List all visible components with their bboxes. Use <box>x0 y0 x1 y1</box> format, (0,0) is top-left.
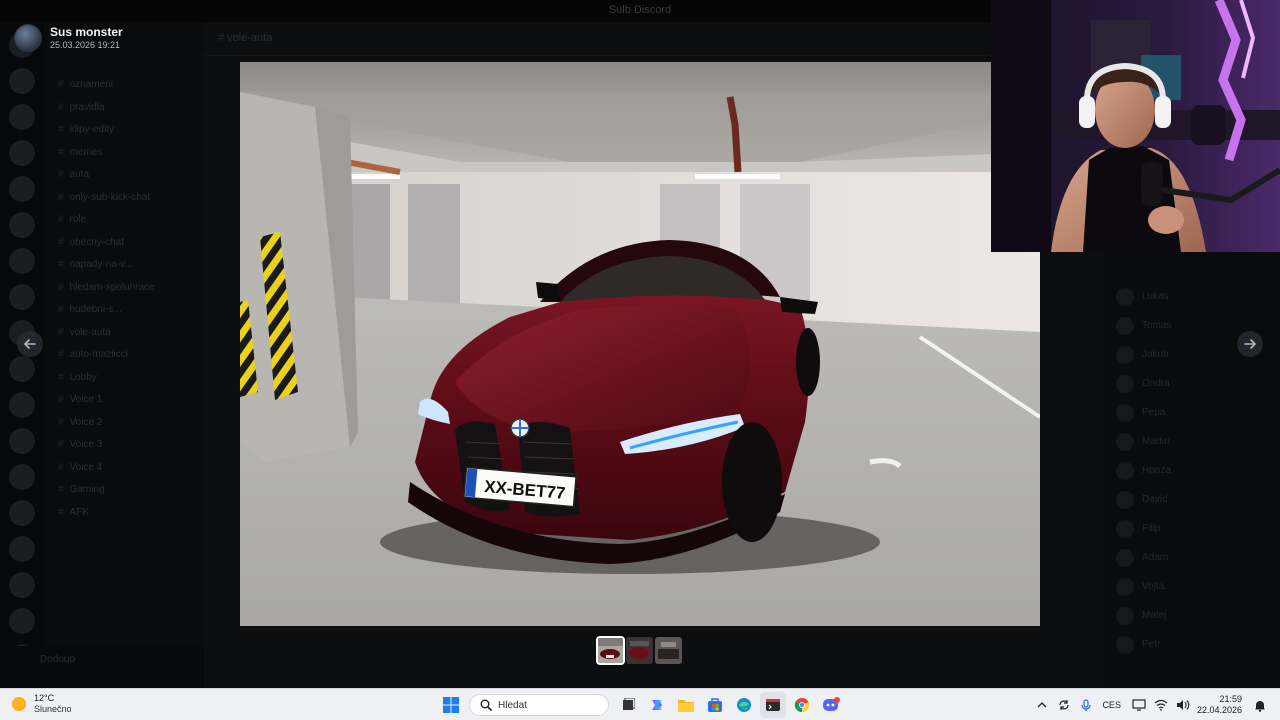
channel-item: # vole-auta <box>58 326 111 338</box>
channel-item: # Voice 3 <box>58 439 103 450</box>
clock[interactable]: 21:59 22.04.2026 <box>1197 694 1242 716</box>
taskbar: 12°C Slunečno Hledat CES 21:59 22.04.202… <box>0 688 1280 720</box>
terminal-icon <box>766 699 780 711</box>
channel-item: # hledam-spoluhrace <box>58 281 155 293</box>
channel-item: # memes <box>58 146 103 158</box>
microphone-icon <box>1081 698 1092 711</box>
channel-item: # Voice 2 <box>58 416 103 428</box>
store-button[interactable] <box>702 692 728 718</box>
taskbar-apps: Hledat <box>438 692 847 718</box>
clock-time: 21:59 <box>1219 694 1242 704</box>
sync-button[interactable] <box>1054 695 1074 715</box>
sun-icon <box>12 697 26 711</box>
next-image-button[interactable] <box>1237 331 1263 357</box>
edge-button[interactable] <box>731 692 757 718</box>
channel-item: # role <box>58 214 87 225</box>
chrome-icon <box>794 698 810 713</box>
channel-item: # Voice 1 <box>58 394 103 405</box>
microphone-button[interactable] <box>1076 695 1096 715</box>
chrome-button[interactable] <box>789 692 815 718</box>
member-item: Matej <box>1104 601 1280 630</box>
copilot-button[interactable] <box>644 692 670 718</box>
channel-item: # auto-mazlicci <box>58 349 128 360</box>
monitor-icon <box>1132 699 1146 711</box>
system-tray: CES 21:59 22.04.2026 <box>1030 692 1270 718</box>
bell-icon <box>1255 700 1265 712</box>
channel-item: # oznameni <box>58 79 113 90</box>
taskbar-search[interactable]: Hledat <box>469 694 609 716</box>
member-item: Petr <box>1104 630 1280 659</box>
member-item: Pepa <box>1104 398 1280 427</box>
car-photo[interactable]: XX-BET77 <box>240 62 1040 626</box>
terminal-button[interactable] <box>760 692 786 718</box>
file-explorer-button[interactable] <box>673 692 699 718</box>
channel-item: # Gaming <box>58 484 105 495</box>
viewer-header: Sus monster 25.03.2026 19:21 <box>14 24 123 52</box>
channel-item: # AFK <box>58 506 90 518</box>
discord-icon <box>823 697 840 711</box>
volume-button[interactable] <box>1173 695 1193 715</box>
arrow-right-icon <box>1244 339 1256 349</box>
member-item: Lukas <box>1104 282 1280 311</box>
windows-icon <box>443 697 459 713</box>
store-icon <box>708 698 722 712</box>
channel-header: # vole-auta <box>204 22 1104 56</box>
member-item: Ondra <box>1104 369 1280 398</box>
channel-item: # Lobby <box>58 371 97 383</box>
sync-icon <box>1059 700 1070 710</box>
message-timestamp: 25.03.2026 19:21 <box>50 40 121 50</box>
weather-temperature: 12°C <box>34 693 55 703</box>
channel-item: # only-sub-kick-chat <box>58 191 151 203</box>
clock-date: 22.04.2026 <box>1196 705 1242 715</box>
discord-button[interactable] <box>818 692 844 718</box>
show-hidden-icons-button[interactable] <box>1032 695 1052 715</box>
member-item: Adam <box>1104 543 1280 572</box>
wifi-button[interactable] <box>1151 695 1171 715</box>
wifi-icon <box>1154 699 1168 711</box>
user-panel: Dodouo <box>0 646 204 688</box>
volume-icon <box>1176 700 1190 710</box>
chevron-up-icon <box>1037 702 1047 708</box>
task-view-button[interactable] <box>615 692 641 718</box>
thumbnail-strip <box>596 636 682 665</box>
thumbnail[interactable] <box>596 636 625 665</box>
copilot-icon <box>652 700 662 710</box>
channel-item: # napady-na-v... <box>58 259 133 270</box>
weather-description: Slunečno <box>34 704 72 714</box>
webcam-image <box>991 0 1280 252</box>
channel-item: # obecny-chat <box>58 236 125 248</box>
arrow-left-icon <box>24 339 36 349</box>
display-button[interactable] <box>1129 695 1149 715</box>
task-view-icon <box>623 698 635 710</box>
previous-image-button[interactable] <box>17 331 43 357</box>
channel-item: # auta <box>58 169 90 180</box>
member-item: Vojta <box>1104 572 1280 601</box>
thumbnail[interactable] <box>626 637 653 664</box>
member-list: Lukas Tomas Jakub Ondra Pepa Martin Honz… <box>1104 252 1280 688</box>
search-icon <box>480 699 492 711</box>
search-placeholder: Hledat <box>498 699 527 711</box>
channel-item: # pravidla <box>58 101 105 113</box>
channel-item: # hudebni-s... <box>58 304 122 315</box>
author-name[interactable]: Sus monster <box>50 25 123 39</box>
member-item: Martin <box>1104 427 1280 456</box>
car-photo-image: XX-BET77 <box>240 62 1040 626</box>
start-button[interactable] <box>438 692 464 718</box>
member-item: Honza <box>1104 456 1280 485</box>
folder-icon <box>678 700 694 712</box>
edge-icon <box>737 698 751 712</box>
channel-item: # Voice 4 <box>58 461 103 473</box>
weather-widget[interactable]: 12°C Slunečno <box>12 693 72 715</box>
server-rail <box>0 22 44 688</box>
webcam-overlay <box>991 0 1280 252</box>
language-indicator[interactable]: CES <box>1102 700 1121 710</box>
notifications-button[interactable] <box>1250 695 1270 715</box>
channel-list: # oznameni # pravidla # klipy-edity # memes … <box>44 22 204 688</box>
member-item: Filip <box>1104 514 1280 543</box>
thumbnail[interactable] <box>655 637 682 664</box>
channel-item: # klipy-edity <box>58 124 115 135</box>
avatar[interactable] <box>14 24 42 52</box>
member-item: David <box>1104 485 1280 514</box>
